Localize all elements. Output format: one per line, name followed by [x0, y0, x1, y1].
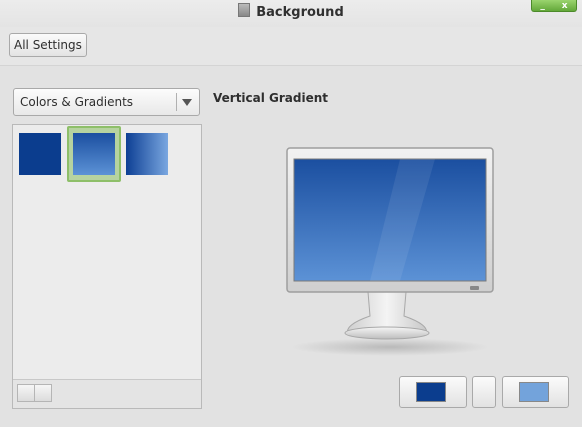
add-wallpaper-button[interactable] [17, 384, 35, 402]
primary-color-button[interactable] [399, 376, 467, 408]
dropdown-separator [176, 93, 177, 111]
secondary-color-button[interactable] [502, 376, 569, 408]
toolbar: All Settings [0, 27, 582, 66]
swap-colors-button[interactable] [472, 376, 496, 408]
window-title: Background [256, 5, 344, 20]
primary-color-swatch [416, 382, 446, 402]
secondary-color-swatch [519, 382, 549, 402]
minimize-button[interactable]: _ [540, 1, 545, 11]
wallpaper-list [12, 124, 202, 409]
close-button[interactable]: x [562, 1, 568, 11]
category-dropdown[interactable]: Colors & Gradients [13, 88, 200, 116]
power-led [470, 286, 479, 290]
chevron-down-icon [182, 99, 192, 106]
wallpaper-thumb-vertical-gradient[interactable] [73, 133, 115, 175]
list-toolbar [13, 379, 201, 408]
monitor-base [344, 326, 430, 340]
category-dropdown-label: Colors & Gradients [20, 95, 134, 109]
preview-title: Vertical Gradient [213, 91, 329, 105]
window-title-wrap: Background [0, 3, 582, 20]
wallpaper-thumb-solid[interactable] [19, 133, 61, 175]
wallpaper-thumb-horizontal-gradient[interactable] [126, 133, 168, 175]
window-controls: _ x [531, 0, 577, 12]
all-settings-button[interactable]: All Settings [9, 33, 87, 57]
app-icon [238, 3, 251, 17]
monitor-preview-icon [286, 147, 494, 340]
remove-wallpaper-button[interactable] [34, 384, 52, 402]
title-bar: Background _ x [0, 0, 582, 27]
